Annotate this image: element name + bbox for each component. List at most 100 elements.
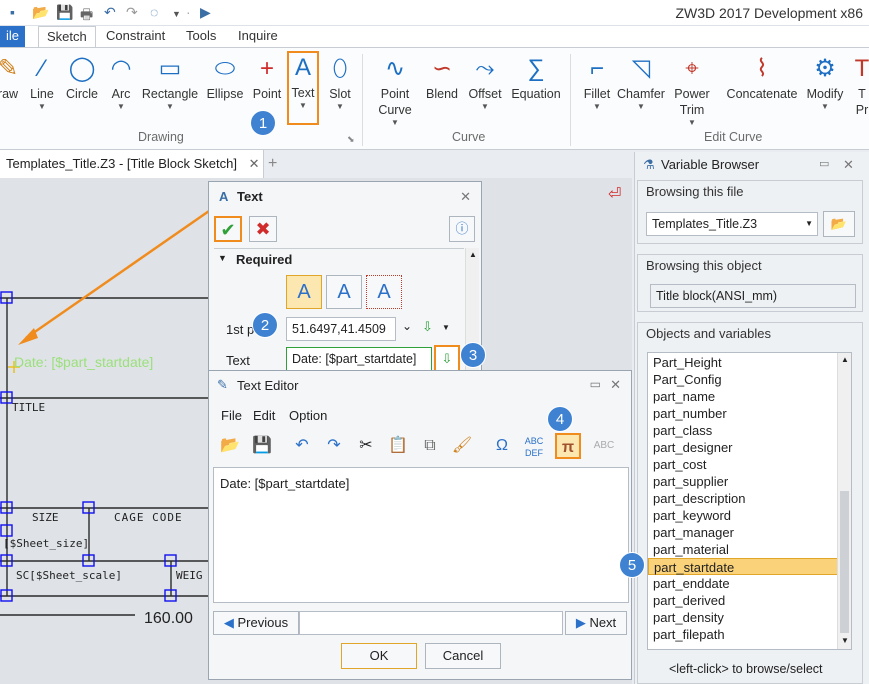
menu-edit[interactable]: Edit bbox=[253, 408, 275, 423]
list-item[interactable]: part_designer bbox=[648, 439, 851, 456]
list-item[interactable]: part_enddate bbox=[648, 575, 851, 592]
file-select[interactable]: Templates_Title.Z3 ▼ bbox=[646, 212, 818, 236]
run-icon[interactable]: ▶ bbox=[200, 4, 211, 21]
save-icon[interactable]: 💾 bbox=[249, 433, 275, 459]
open-icon[interactable]: 📂 bbox=[32, 4, 49, 21]
case-icon[interactable]: ABC DEF bbox=[521, 433, 547, 459]
fillet-dropdown-icon[interactable]: ▼ bbox=[576, 102, 618, 112]
pick-dropdown-icon[interactable]: ▼ bbox=[442, 323, 450, 332]
tab-tools[interactable]: Tools bbox=[178, 26, 224, 48]
variable-list[interactable]: Part_Height Part_Config part_name part_n… bbox=[647, 352, 852, 650]
next-button[interactable]: ▶ Next bbox=[565, 611, 627, 635]
arc-button[interactable]: ◠ Arc ▼ bbox=[104, 54, 138, 112]
concatenate-button[interactable]: ⌇ Concatenate bbox=[724, 54, 800, 102]
scroll-thumb[interactable] bbox=[840, 491, 849, 633]
list-item[interactable]: part_derived bbox=[648, 592, 851, 609]
cancel-button[interactable]: Cancel bbox=[425, 643, 501, 669]
list-item[interactable]: part_keyword bbox=[648, 507, 851, 524]
cancel-x-button[interactable]: ✖ bbox=[249, 216, 277, 242]
point-curve-dropdown-icon[interactable]: ▼ bbox=[368, 118, 422, 128]
print-icon[interactable]: 🖶 bbox=[80, 4, 93, 28]
pin-icon[interactable]: ▭ bbox=[590, 377, 601, 391]
text-mode-box-button[interactable]: A bbox=[366, 275, 402, 309]
list-item[interactable]: part_number bbox=[648, 405, 851, 422]
circle-button[interactable]: ◯ Circle bbox=[62, 54, 102, 102]
scroll-down-icon[interactable]: ▼ bbox=[841, 636, 849, 645]
modify-button[interactable]: ⚙ Modify ▼ bbox=[800, 54, 850, 112]
chamfer-dropdown-icon[interactable]: ▼ bbox=[614, 102, 668, 112]
first-point-field[interactable]: 51.6497,41.4509 bbox=[286, 317, 396, 341]
menu-file[interactable]: File bbox=[221, 408, 242, 423]
menu-option[interactable]: Option bbox=[289, 408, 327, 423]
copy-icon[interactable]: ⧉ bbox=[417, 433, 443, 459]
list-item[interactable]: part_material bbox=[648, 541, 851, 558]
redo-icon[interactable]: ↷ bbox=[126, 4, 138, 21]
modify-dropdown-icon[interactable]: ▼ bbox=[800, 102, 850, 112]
undo-icon[interactable]: ↶ bbox=[104, 4, 116, 21]
close-tab-icon[interactable]: ✕ bbox=[249, 156, 260, 171]
list-item-selected[interactable]: part_startdate bbox=[648, 558, 851, 575]
list-item[interactable]: part_supplier bbox=[648, 473, 851, 490]
filter-dropdown-icon[interactable]: ▼ bbox=[172, 9, 181, 19]
open-file-icon[interactable]: 📂 bbox=[217, 433, 243, 459]
ellipse-button[interactable]: ⬭ Ellipse bbox=[204, 54, 246, 102]
close-icon[interactable]: ✕ bbox=[843, 157, 854, 173]
list-item[interactable]: part_cost bbox=[648, 456, 851, 473]
list-item[interactable]: part_filepath bbox=[648, 626, 851, 643]
fillet-button[interactable]: ⌐ Fillet ▼ bbox=[576, 54, 618, 112]
document-tab[interactable]: Templates_Title.Z3 - [Title Block Sketch… bbox=[0, 150, 264, 178]
collapse-icon[interactable]: ▼ bbox=[218, 253, 227, 263]
list-item[interactable]: part_manager bbox=[648, 524, 851, 541]
close-icon[interactable]: ✕ bbox=[610, 377, 621, 393]
blend-button[interactable]: ∽ Blend bbox=[422, 54, 462, 102]
select-filter-icon[interactable]: ◌ bbox=[150, 4, 158, 20]
text-mode-point-button[interactable]: A bbox=[286, 275, 322, 309]
previous-button[interactable]: ◀ Previous bbox=[213, 611, 299, 635]
navigation-field[interactable] bbox=[299, 611, 563, 635]
list-item[interactable]: part_description bbox=[648, 490, 851, 507]
rectangle-dropdown-icon[interactable]: ▼ bbox=[140, 102, 200, 112]
sketch-date-text[interactable]: Date: [$part_startdate] bbox=[14, 354, 153, 370]
scroll-up-icon[interactable]: ▲ bbox=[841, 355, 849, 364]
pin-icon[interactable]: ▭ bbox=[819, 157, 829, 170]
equation-button[interactable]: ∑ Equation bbox=[508, 54, 564, 102]
browse-folder-button[interactable]: 📂 bbox=[823, 211, 855, 237]
ok-button[interactable]: OK bbox=[341, 643, 417, 669]
scroll-up-icon[interactable]: ▲ bbox=[469, 250, 477, 259]
tab-inquire[interactable]: Inquire bbox=[230, 26, 286, 48]
tab-constraint[interactable]: Constraint bbox=[98, 26, 173, 48]
line-dropdown-icon[interactable]: ▼ bbox=[24, 102, 60, 112]
new-tab-icon[interactable]: + bbox=[268, 155, 277, 173]
expand-down-icon[interactable]: ⌄ bbox=[402, 319, 412, 333]
draw-button[interactable]: ✎ raw bbox=[0, 54, 22, 102]
power-trim-button[interactable]: ⌖ Power Trim ▼ bbox=[670, 54, 714, 128]
tab-sketch[interactable]: Sketch bbox=[38, 26, 96, 48]
editor-content[interactable]: Date: [$part_startdate] bbox=[213, 467, 629, 603]
cut-icon[interactable]: ✂ bbox=[353, 433, 379, 459]
slot-dropdown-icon[interactable]: ▼ bbox=[322, 102, 358, 112]
save-icon[interactable]: 💾 bbox=[56, 4, 73, 21]
line-button[interactable]: ⁄ Line ▼ bbox=[24, 54, 60, 112]
chamfer-button[interactable]: ◹ Chamfer ▼ bbox=[614, 54, 668, 112]
undo-icon[interactable]: ↶ bbox=[289, 433, 315, 459]
ok-check-button[interactable]: ✔ bbox=[214, 216, 242, 242]
text-property-button[interactable]: T T Pr bbox=[852, 54, 869, 118]
paste-icon[interactable]: 📋 bbox=[385, 433, 411, 459]
pi-variable-icon[interactable]: π bbox=[555, 433, 581, 459]
arc-dropdown-icon[interactable]: ▼ bbox=[104, 102, 138, 112]
power-trim-dropdown-icon[interactable]: ▼ bbox=[670, 118, 714, 128]
insert-variable-button[interactable]: ⇩ bbox=[434, 345, 460, 373]
pick-point-icon[interactable]: ⇩ bbox=[422, 319, 433, 335]
offset-button[interactable]: ⤳ Offset ▼ bbox=[464, 54, 506, 112]
list-item[interactable]: Part_Height bbox=[648, 354, 851, 371]
list-item[interactable]: part_class bbox=[648, 422, 851, 439]
tab-file[interactable]: ile bbox=[0, 26, 26, 48]
point-curve-button[interactable]: ∿ Point Curve ▼ bbox=[368, 54, 422, 128]
slot-button[interactable]: ⬯ Slot ▼ bbox=[322, 54, 358, 112]
redo-icon[interactable]: ↷ bbox=[321, 433, 347, 459]
format-brush-icon[interactable]: 🖌 bbox=[449, 433, 475, 459]
text-mode-curve-button[interactable]: A bbox=[326, 275, 362, 309]
spellcheck-icon[interactable]: ABC bbox=[591, 433, 617, 459]
list-scrollbar[interactable]: ▲ ▼ bbox=[837, 353, 851, 649]
list-item[interactable]: Part_Config bbox=[648, 371, 851, 388]
